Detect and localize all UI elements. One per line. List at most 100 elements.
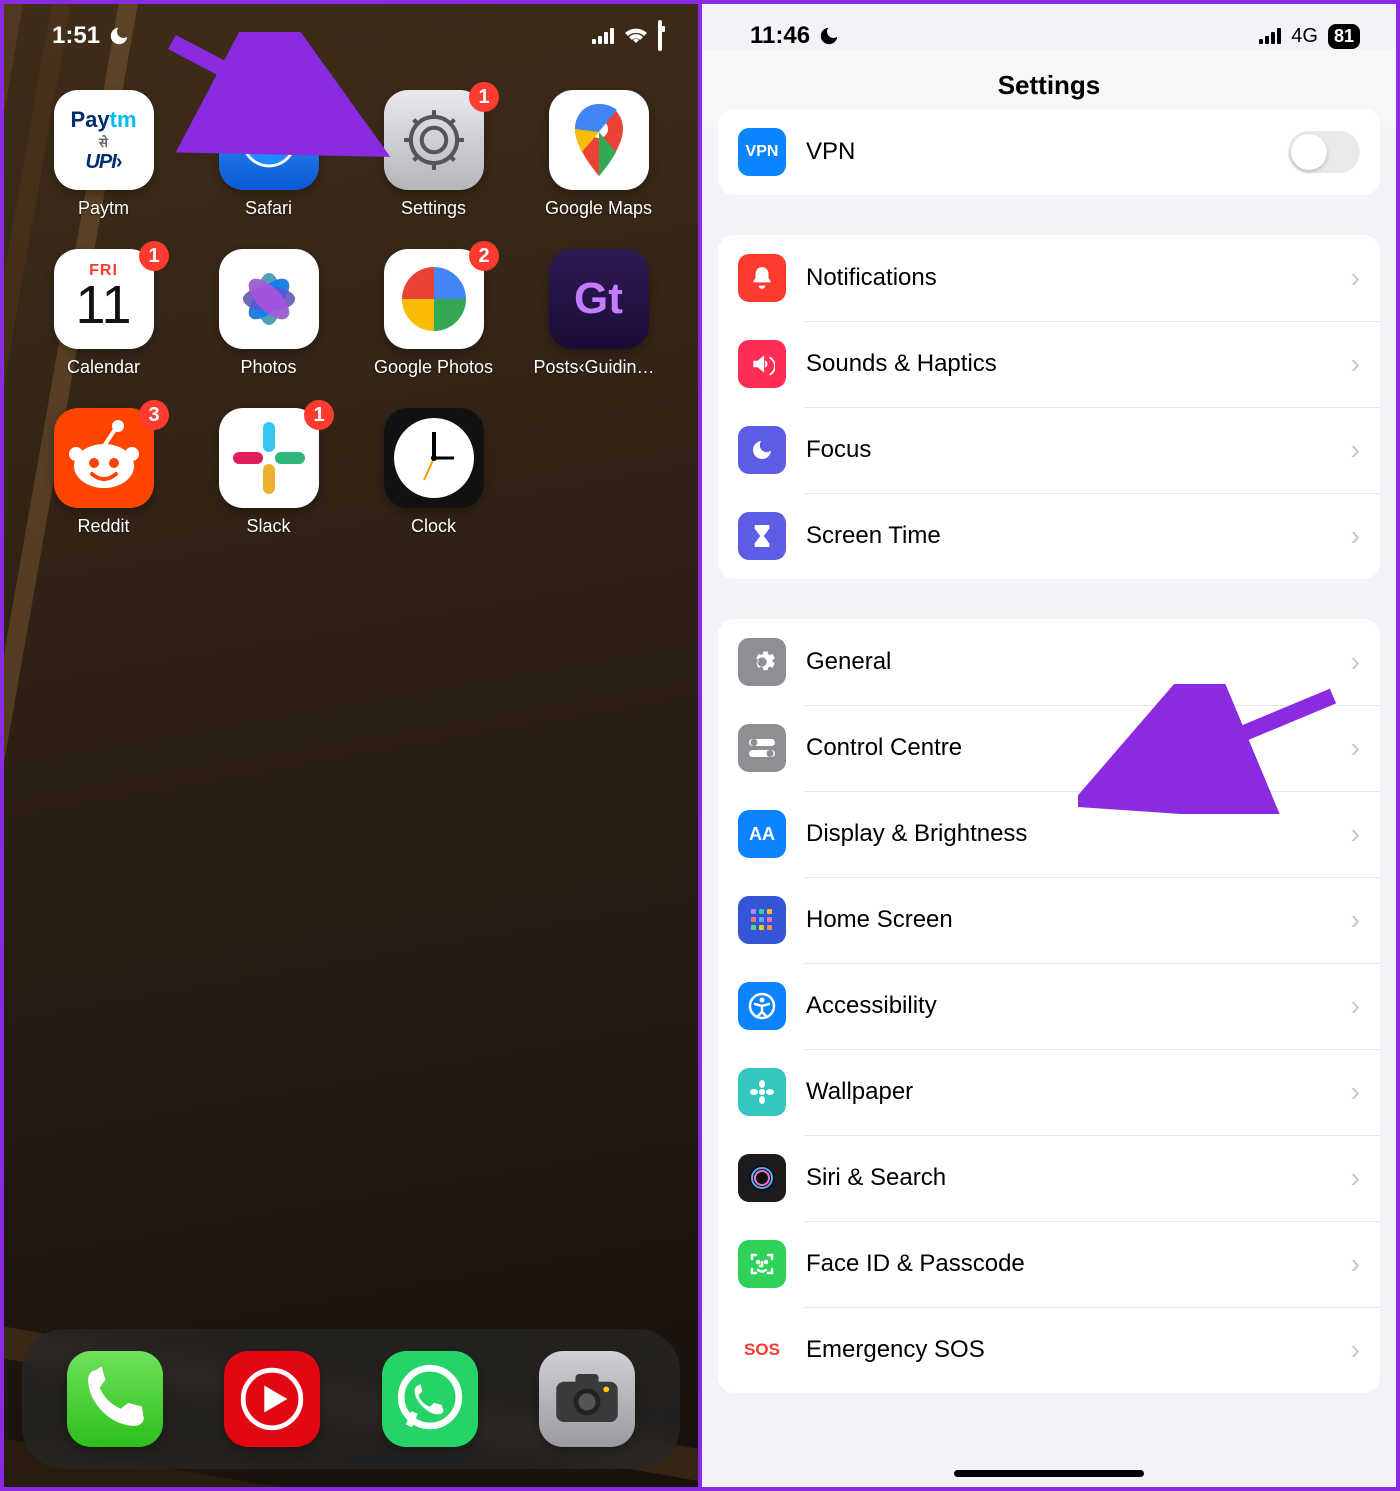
app-label: Reddit — [77, 516, 129, 537]
battery-percent: 81 — [1328, 24, 1360, 49]
app-reddit[interactable]: 3 Reddit — [32, 408, 175, 537]
notification-badge: 3 — [139, 400, 169, 430]
settings-row-vpn[interactable]: VPN VPN — [718, 109, 1380, 195]
settings-row-sounds[interactable]: Sounds & Haptics › — [718, 321, 1380, 407]
bell-icon — [738, 254, 786, 302]
reddit-icon — [54, 408, 154, 508]
settings-row-home-screen[interactable]: Home Screen › — [718, 877, 1380, 963]
chevron-right-icon: › — [1351, 1076, 1360, 1108]
settings-section: Notifications › Sounds & Haptics › Focus… — [718, 235, 1380, 579]
cellular-signal-icon — [1259, 28, 1281, 44]
settings-row-siri[interactable]: Siri & Search › — [718, 1135, 1380, 1221]
app-clock[interactable]: Clock — [362, 408, 505, 537]
battery-icon — [658, 22, 662, 50]
settings-screen: 11:46 4G 81 Settings VPN VPN Notificatio… — [702, 4, 1396, 1487]
chevron-right-icon: › — [1351, 990, 1360, 1022]
app-paytm[interactable]: PaytmसेUPI› Paytm — [32, 90, 175, 219]
app-google-photos[interactable]: 2 Google Photos — [362, 249, 505, 378]
status-bar: 11:46 4G 81 — [702, 4, 1396, 50]
home-indicator[interactable] — [954, 1470, 1144, 1477]
flower-icon — [738, 1068, 786, 1116]
dock-app-ytmusic[interactable] — [224, 1351, 320, 1447]
notification-badge: 1 — [139, 241, 169, 271]
dock-app-whatsapp[interactable] — [382, 1351, 478, 1447]
settings-row-label: Face ID & Passcode — [806, 1250, 1331, 1278]
google-photos-icon — [384, 249, 484, 349]
status-time: 1:51 — [52, 22, 100, 50]
settings-row-label: Home Screen — [806, 906, 1331, 934]
settings-row-focus[interactable]: Focus › — [718, 407, 1380, 493]
chevron-right-icon: › — [1351, 646, 1360, 678]
app-label: Clock — [411, 516, 456, 537]
status-time: 11:46 — [750, 22, 810, 50]
dock-app-camera[interactable] — [539, 1351, 635, 1447]
clock-icon — [384, 408, 484, 508]
app-label: Google Photos — [374, 357, 493, 378]
settings-row-label: Screen Time — [806, 522, 1331, 550]
faceid-icon — [738, 1240, 786, 1288]
app-label: Calendar — [67, 357, 140, 378]
dock-app-phone[interactable] — [67, 1351, 163, 1447]
chevron-right-icon: › — [1351, 904, 1360, 936]
app-google-maps[interactable]: Google Maps — [527, 90, 670, 219]
settings-section: VPN VPN — [718, 109, 1380, 195]
vpn-toggle[interactable] — [1288, 131, 1360, 173]
vpn-icon: VPN — [738, 128, 786, 176]
app-calendar[interactable]: 1 FRI 11 Calendar — [32, 249, 175, 378]
network-label: 4G — [1291, 25, 1318, 48]
settings-row-screentime[interactable]: Screen Time › — [718, 493, 1380, 579]
app-grid-icon — [738, 896, 786, 944]
app-slack[interactable]: 1 Slack — [197, 408, 340, 537]
hourglass-icon — [738, 512, 786, 560]
sos-icon: SOS — [738, 1326, 786, 1374]
notification-badge: 1 — [469, 82, 499, 112]
chevron-right-icon: › — [1351, 520, 1360, 552]
slack-icon — [219, 408, 319, 508]
siri-icon — [738, 1154, 786, 1202]
cellular-signal-icon — [592, 28, 614, 44]
home-screen: 1:51 PaytmसेUPI› Paytm — [4, 4, 702, 1487]
settings-row-label: Sounds & Haptics — [806, 350, 1331, 378]
app-label: Settings — [401, 198, 466, 219]
settings-row-wallpaper[interactable]: Wallpaper › — [718, 1049, 1380, 1135]
notification-badge: 2 — [469, 241, 499, 271]
app-label: Paytm — [78, 198, 129, 219]
settings-row-notifications[interactable]: Notifications › — [718, 235, 1380, 321]
settings-row-label: Focus — [806, 436, 1331, 464]
dnd-moon-icon — [818, 25, 840, 47]
chevron-right-icon: › — [1351, 1162, 1360, 1194]
app-label: Slack — [246, 516, 290, 537]
app-photos[interactable]: Photos — [197, 249, 340, 378]
paytm-icon: PaytmसेUPI› — [54, 90, 154, 190]
google-maps-icon — [549, 90, 649, 190]
settings-row-emergency-sos[interactable]: SOS Emergency SOS › — [718, 1307, 1380, 1393]
annotation-arrow-icon — [1078, 684, 1348, 814]
phone-icon — [67, 1351, 163, 1447]
settings-row-label: General — [806, 648, 1331, 676]
chevron-right-icon: › — [1351, 434, 1360, 466]
notification-badge: 1 — [304, 400, 334, 430]
whatsapp-icon — [382, 1351, 478, 1447]
settings-row-faceid[interactable]: Face ID & Passcode › — [718, 1221, 1380, 1307]
app-label: Photos — [240, 357, 296, 378]
accessibility-icon — [738, 982, 786, 1030]
posts-guiding-icon: Gt — [549, 249, 649, 349]
settings-icon — [384, 90, 484, 190]
photos-icon — [219, 249, 319, 349]
ytmusic-icon — [224, 1351, 320, 1447]
settings-row-label: Wallpaper — [806, 1078, 1331, 1106]
settings-row-label: Emergency SOS — [806, 1336, 1331, 1364]
dock — [22, 1329, 680, 1469]
settings-row-label: VPN — [806, 138, 1268, 166]
speaker-icon — [738, 340, 786, 388]
settings-row-label: Display & Brightness — [806, 820, 1331, 848]
chevron-right-icon: › — [1351, 732, 1360, 764]
moon-icon — [738, 426, 786, 474]
settings-row-accessibility[interactable]: Accessibility › — [718, 963, 1380, 1049]
chevron-right-icon: › — [1351, 262, 1360, 294]
settings-row-label: Accessibility — [806, 992, 1331, 1020]
chevron-right-icon: › — [1351, 818, 1360, 850]
app-posts-guiding[interactable]: Gt Posts‹Guiding… — [527, 249, 670, 378]
app-label: Safari — [245, 198, 292, 219]
chevron-right-icon: › — [1351, 348, 1360, 380]
